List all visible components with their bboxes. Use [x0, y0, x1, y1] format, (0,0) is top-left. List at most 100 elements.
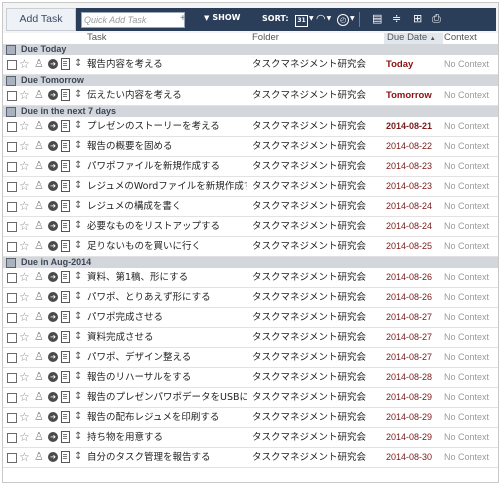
person-icon[interactable]: ♙ — [34, 290, 44, 304]
note-icon[interactable] — [61, 220, 70, 232]
star-icon[interactable]: ☆ — [19, 219, 30, 233]
task-due-date[interactable]: 2014-08-26 — [386, 271, 446, 284]
note-icon[interactable] — [61, 331, 70, 343]
task-title[interactable]: プレゼンのストーリーを考える — [87, 120, 247, 133]
reorder-handle-icon[interactable]: ↕ — [74, 119, 82, 133]
star-icon[interactable]: ☆ — [19, 88, 30, 102]
task-title[interactable]: パワポファイルを新規作成する — [87, 160, 247, 173]
person-icon[interactable]: ♙ — [34, 219, 44, 233]
task-due-date[interactable]: 2014-08-24 — [386, 200, 446, 213]
column-task[interactable]: Task — [87, 32, 107, 43]
reorder-handle-icon[interactable]: ↕ — [74, 290, 82, 304]
reorder-handle-icon[interactable]: ↕ — [74, 239, 82, 253]
complete-checkbox[interactable] — [7, 222, 17, 232]
repeat-arrow-icon[interactable]: ➔ — [48, 272, 58, 282]
star-icon[interactable]: ☆ — [19, 410, 30, 424]
reorder-handle-icon[interactable]: ↕ — [74, 330, 82, 344]
reorder-handle-icon[interactable]: ↕ — [74, 410, 82, 424]
complete-checkbox[interactable] — [7, 413, 17, 423]
task-context[interactable]: No Context — [444, 311, 498, 324]
person-icon[interactable]: ♙ — [34, 430, 44, 444]
person-icon[interactable]: ♙ — [34, 350, 44, 364]
person-icon[interactable]: ♙ — [34, 310, 44, 324]
note-icon[interactable] — [61, 391, 70, 403]
group-header[interactable]: Due in the next 7 days — [3, 106, 498, 117]
note-icon[interactable] — [61, 140, 70, 152]
task-context[interactable]: No Context — [444, 220, 498, 233]
task-context[interactable]: No Context — [444, 120, 498, 133]
task-folder[interactable]: タスクマネジメント研究会 — [252, 220, 382, 233]
complete-checkbox[interactable] — [7, 313, 17, 323]
star-icon[interactable]: ☆ — [19, 350, 30, 364]
task-context[interactable]: No Context — [444, 431, 498, 444]
task-folder[interactable]: タスクマネジメント研究会 — [252, 58, 382, 71]
task-folder[interactable]: タスクマネジメント研究会 — [252, 451, 382, 464]
note-icon[interactable] — [61, 160, 70, 172]
task-due-date[interactable]: 2014-08-30 — [386, 451, 446, 464]
person-icon[interactable]: ♙ — [34, 119, 44, 133]
task-title[interactable]: パワポ、デザイン整える — [87, 351, 247, 364]
sort-by-priority-button[interactable]: ◠▼ — [316, 12, 331, 26]
note-icon[interactable] — [61, 291, 70, 303]
reorder-handle-icon[interactable]: ↕ — [74, 270, 82, 284]
person-icon[interactable]: ♙ — [34, 179, 44, 193]
task-due-date[interactable]: 2014-08-28 — [386, 371, 446, 384]
task-due-date[interactable]: 2014-08-25 — [386, 240, 446, 253]
task-title[interactable]: 報告のリハーサルをする — [87, 371, 247, 384]
task-folder[interactable]: タスクマネジメント研究会 — [252, 240, 382, 253]
task-title[interactable]: 資料完成させる — [87, 331, 247, 344]
task-folder[interactable]: タスクマネジメント研究会 — [252, 351, 382, 364]
complete-checkbox[interactable] — [7, 373, 17, 383]
repeat-arrow-icon[interactable]: ➔ — [48, 161, 58, 171]
reorder-handle-icon[interactable]: ↕ — [74, 390, 82, 404]
task-due-date[interactable]: 2014-08-27 — [386, 331, 446, 344]
repeat-arrow-icon[interactable]: ➔ — [48, 452, 58, 462]
complete-checkbox[interactable] — [7, 162, 17, 172]
group-header[interactable]: Due in Aug-2014 — [3, 257, 498, 268]
show-menu-button[interactable]: ▼ SHOW — [204, 13, 240, 22]
complete-checkbox[interactable] — [7, 293, 17, 303]
task-title[interactable]: レジュメのWordファイルを新規作成する — [87, 180, 247, 193]
star-icon[interactable]: ☆ — [19, 159, 30, 173]
repeat-arrow-icon[interactable]: ➔ — [48, 412, 58, 422]
note-icon[interactable] — [61, 351, 70, 363]
reorder-handle-icon[interactable]: ↕ — [74, 199, 82, 213]
person-icon[interactable]: ♙ — [34, 390, 44, 404]
repeat-arrow-icon[interactable]: ➔ — [48, 90, 58, 100]
star-icon[interactable]: ☆ — [19, 179, 30, 193]
star-icon[interactable]: ☆ — [19, 139, 30, 153]
task-due-date[interactable]: 2014-08-24 — [386, 220, 446, 233]
task-title[interactable]: 伝えたい内容を考える — [87, 89, 247, 102]
column-folder[interactable]: Folder — [252, 32, 279, 43]
task-title[interactable]: 報告の配布レジュメを印刷する — [87, 411, 247, 424]
task-context[interactable]: No Context — [444, 160, 498, 173]
task-context[interactable]: No Context — [444, 351, 498, 364]
task-title[interactable]: 足りないものを買いに行く — [87, 240, 247, 253]
group-header[interactable]: Due Today — [3, 44, 498, 55]
task-folder[interactable]: タスクマネジメント研究会 — [252, 120, 382, 133]
task-folder[interactable]: タスクマネジメント研究会 — [252, 331, 382, 344]
star-icon[interactable]: ☆ — [19, 310, 30, 324]
person-icon[interactable]: ♙ — [34, 239, 44, 253]
complete-checkbox[interactable] — [7, 242, 17, 252]
note-icon[interactable] — [61, 371, 70, 383]
note-icon[interactable] — [61, 240, 70, 252]
note-icon[interactable] — [61, 200, 70, 212]
list-view-button[interactable]: ▤ — [372, 12, 382, 26]
reorder-handle-icon[interactable]: ↕ — [74, 310, 82, 324]
star-icon[interactable]: ☆ — [19, 290, 30, 304]
add-task-button[interactable]: Add Task — [6, 8, 76, 31]
complete-checkbox[interactable] — [7, 91, 17, 101]
task-folder[interactable]: タスクマネジメント研究会 — [252, 200, 382, 213]
split-view-button[interactable]: ≑ — [392, 12, 401, 26]
repeat-arrow-icon[interactable]: ➔ — [48, 141, 58, 151]
complete-checkbox[interactable] — [7, 182, 17, 192]
task-folder[interactable]: タスクマネジメント研究会 — [252, 371, 382, 384]
complete-checkbox[interactable] — [7, 333, 17, 343]
complete-checkbox[interactable] — [7, 122, 17, 132]
task-folder[interactable]: タスクマネジメント研究会 — [252, 291, 382, 304]
task-due-date[interactable]: 2014-08-22 — [386, 140, 446, 153]
task-context[interactable]: No Context — [444, 200, 498, 213]
reorder-handle-icon[interactable]: ↕ — [74, 350, 82, 364]
complete-checkbox[interactable] — [7, 202, 17, 212]
